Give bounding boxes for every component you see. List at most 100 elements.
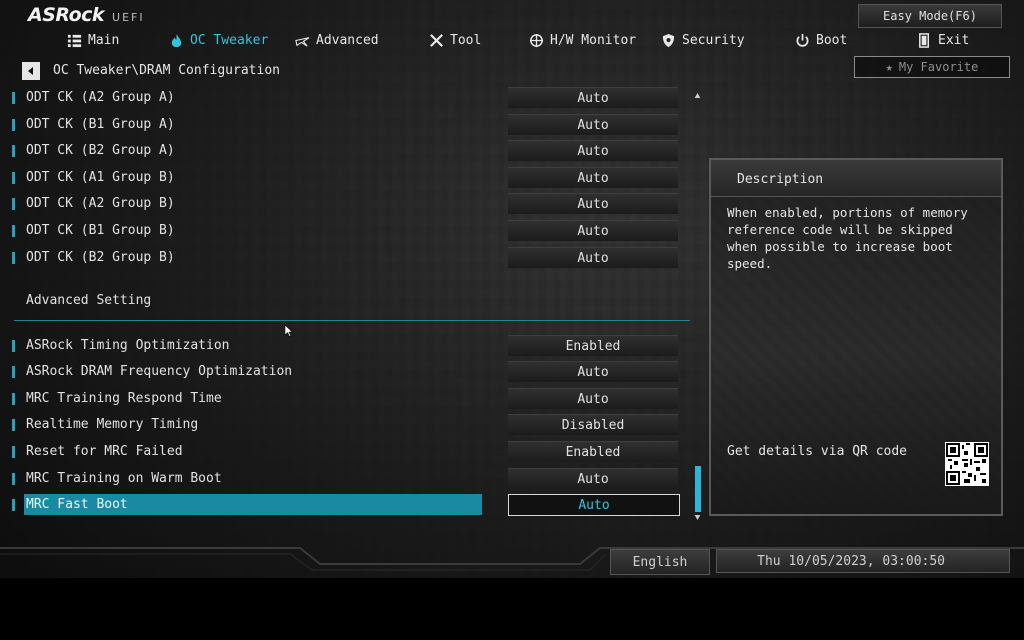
description-panel: Description When enabled, portions of me… [709,158,1003,516]
datetime-display: Thu 10/05/2023, 03:00:50 [716,549,1010,573]
setting-value[interactable]: Auto [508,494,680,516]
row-marker [12,366,15,378]
tab-advanced[interactable]: Advanced [294,28,379,52]
setting-row[interactable]: ODT CK (B2 Group A) Auto [10,140,682,162]
setting-value[interactable]: Auto [508,167,678,188]
tab-label: Advanced [316,32,379,48]
breadcrumb: OC Tweaker\DRAM Configuration [53,63,280,78]
tab-label: Security [682,32,745,48]
row-marker [12,393,15,405]
setting-row[interactable]: ODT CK (A1 Group B) Auto [10,167,682,189]
setting-row[interactable]: ASRock Timing Optimization Enabled [10,335,682,357]
setting-label: Reset for MRC Failed [26,444,183,459]
tab-boot[interactable]: Boot [794,28,847,52]
arrow-left-icon [28,67,33,75]
setting-row[interactable]: ODT CK (A2 Group A) Auto [10,87,682,109]
setting-value[interactable]: Enabled [508,335,678,356]
my-favorite-label: My Favorite [898,60,979,74]
main-nav: Main OC Tweaker Advanced Tool H/W Monito… [0,28,1024,52]
setting-label: ODT CK (B1 Group A) [26,117,175,132]
setting-value[interactable]: Auto [508,361,678,382]
bottom-black-bar [0,578,1024,640]
easy-mode-button[interactable]: Easy Mode(F6) [858,4,1002,28]
row-marker [12,252,15,264]
bios-screen: ASRock UEFI Easy Mode(F6) Main OC Tweaker… [0,0,1024,640]
tab-tool[interactable]: Tool [428,28,481,52]
list-icon [66,32,82,48]
row-marker [12,473,15,485]
setting-value[interactable]: Auto [508,468,678,489]
description-title: Description [737,172,824,187]
setting-value[interactable]: Auto [508,140,678,161]
row-marker [12,499,15,511]
setting-value[interactable]: Auto [508,87,678,108]
row-marker [12,198,15,210]
asrock-logo: ASRock UEFI [28,4,145,26]
setting-value[interactable]: Auto [508,193,678,214]
qr-label: Get details via QR code [727,444,908,459]
setting-row[interactable]: Reset for MRC Failed Enabled [10,441,682,463]
setting-label: ODT CK (B2 Group B) [26,250,175,265]
scroll-up-arrow[interactable] [694,93,701,98]
description-text: When enabled, portions of memory referen… [727,205,968,271]
flame-icon [168,32,184,48]
row-marker [12,145,15,157]
setting-row[interactable]: MRC Training on Warm Boot Auto [10,468,682,490]
tab-hw-monitor[interactable]: H/W Monitor [528,28,636,52]
setting-label: Realtime Memory Timing [26,417,199,432]
language-button[interactable]: English [610,549,710,575]
tab-label: OC Tweaker [190,32,269,48]
row-marker [12,92,15,104]
star-icon: ★ [885,60,893,74]
setting-row[interactable]: ODT CK (A2 Group B) Auto [10,193,682,215]
setting-value[interactable]: Enabled [508,441,678,462]
tab-label: Exit [938,32,970,48]
setting-label: ODT CK (A2 Group B) [26,196,175,211]
setting-row-selected[interactable]: MRC Fast Boot Auto [10,494,682,516]
shield-icon [660,32,676,48]
row-marker [12,446,15,458]
setting-row[interactable]: Realtime Memory Timing Disabled [10,414,682,436]
my-favorite-button[interactable]: ★ My Favorite [854,56,1010,78]
description-header: Description [711,160,1001,197]
row-marker [12,225,15,237]
section-divider [14,320,690,321]
setting-label: ODT CK (B1 Group B) [26,223,175,238]
row-marker [12,119,15,131]
brand-sub: UEFI [112,11,145,24]
setting-value[interactable]: Auto [508,247,678,268]
qr-code [945,442,989,486]
setting-row[interactable]: ASRock DRAM Frequency Optimization Auto [10,361,682,383]
tab-label: H/W Monitor [550,32,637,48]
tab-label: Main [88,32,120,48]
setting-value[interactable]: Auto [508,388,678,409]
setting-value[interactable]: Disabled [508,414,678,435]
setting-value[interactable]: Auto [508,220,678,241]
setting-row[interactable]: ODT CK (B1 Group A) Auto [10,114,682,136]
setting-row[interactable]: ODT CK (B1 Group B) Auto [10,220,682,242]
tools-icon [428,32,444,48]
section-title: Advanced Setting [26,293,152,308]
setting-label: ODT CK (A1 Group B) [26,170,175,185]
row-marker [12,340,15,352]
setting-label: ODT CK (B2 Group A) [26,143,175,158]
tab-main[interactable]: Main [66,28,119,52]
back-button[interactable] [22,62,40,80]
brand-name: ASRock [28,4,105,26]
tab-label: Boot [816,32,848,48]
scrollbar-thumb[interactable] [695,466,701,512]
setting-label: MRC Training on Warm Boot [26,471,222,486]
tab-security[interactable]: Security [660,28,745,52]
setting-label: MRC Training Respond Time [26,391,222,406]
setting-row[interactable]: MRC Training Respond Time Auto [10,388,682,410]
setting-value[interactable]: Auto [508,114,678,135]
tab-oc-tweaker[interactable]: OC Tweaker [168,28,268,52]
row-marker [12,172,15,184]
setting-row[interactable]: ODT CK (B2 Group B) Auto [10,247,682,269]
setting-label: ODT CK (A2 Group A) [26,90,175,105]
tab-exit[interactable]: Exit [916,28,969,52]
crosshair-icon [528,32,544,48]
exit-door-icon [916,32,932,48]
power-icon [794,32,810,48]
scroll-down-arrow[interactable] [694,515,701,520]
